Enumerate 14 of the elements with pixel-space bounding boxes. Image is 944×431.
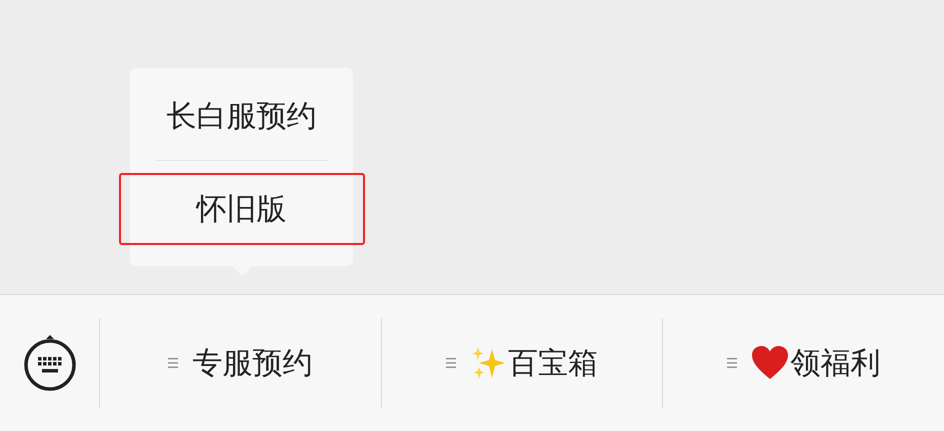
heart-icon (750, 345, 789, 381)
list-icon (726, 357, 737, 369)
menu-item[interactable]: 专服预约 (100, 295, 381, 431)
submenu-item[interactable]: 长白服预约 (130, 80, 353, 152)
menu-item-label: 百宝箱 (508, 344, 598, 382)
menu-item[interactable]: 领福利 (663, 295, 944, 431)
keyboard-icon (22, 335, 76, 391)
list-icon (446, 357, 456, 369)
menu-item-label: 专服预约 (192, 344, 312, 382)
sparkles-icon (470, 345, 506, 381)
submenu-item[interactable]: 怀旧版 (118, 173, 364, 245)
list-icon (168, 357, 178, 369)
menu-item[interactable]: 百宝箱 (382, 295, 662, 431)
menu-item-label: 领福利 (790, 344, 881, 382)
